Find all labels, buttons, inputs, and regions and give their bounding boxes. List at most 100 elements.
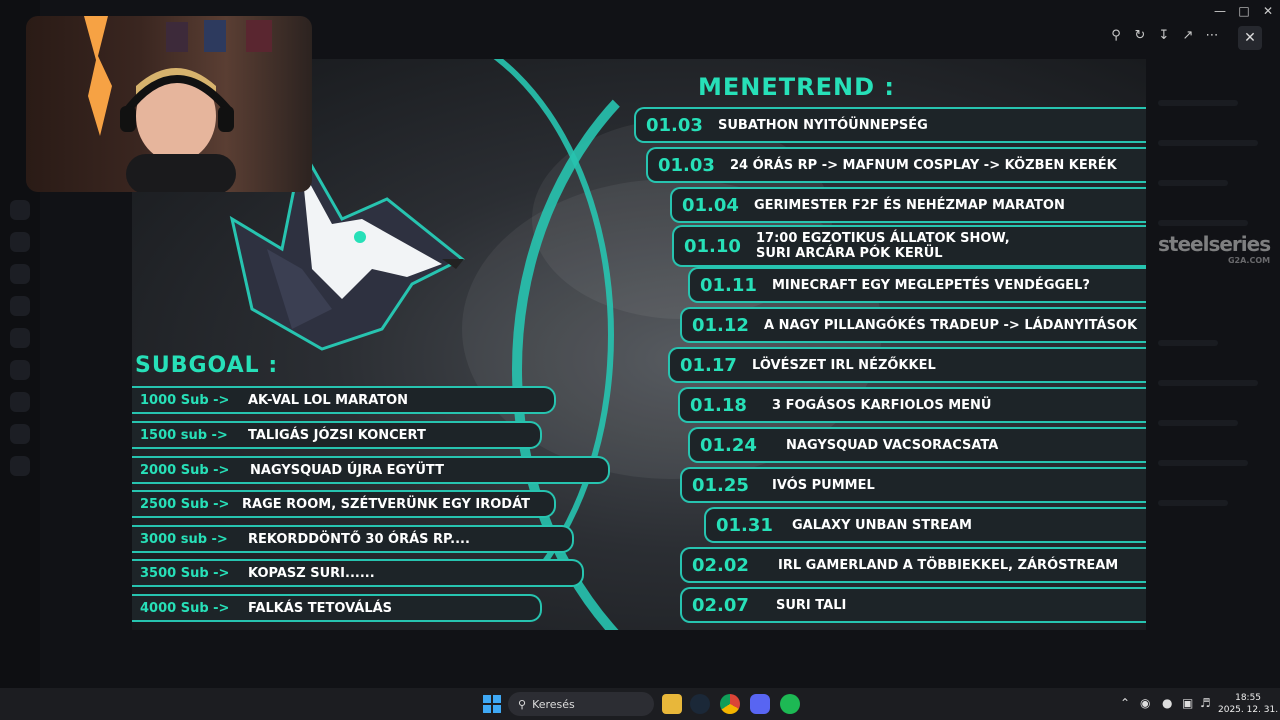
subgoal-reward: TALIGÁS JÓZSI KONCERT [248,427,426,443]
schedule-row: 01.25 IVÓS PUMMEL [680,467,1146,503]
chrome-icon[interactable] [720,694,740,714]
schedule-row: 01.31 GALAXY UNBAN STREAM [704,507,1146,543]
taskbar-search[interactable]: ⚲ Keresés [508,692,654,716]
subgoal-threshold: 1500 sub -> [140,427,228,443]
subgoal-row: 3500 Sub -> KOPASZ SURI...... [132,559,584,587]
schedule-event: GERIMESTER F2F ÉS NEHÉZMAP MARATON [754,197,1065,213]
schedule-event: LÖVÉSZET IRL NÉZŐKKEL [752,357,936,373]
volume-icon[interactable]: ♬ [1200,696,1211,710]
window-close-button[interactable]: ✕ [1256,0,1280,22]
image-viewer-toolbar: ⚲ ↻ ↧ ↗ ⋯ [1106,26,1222,50]
schedule-date: 01.12 [692,314,749,336]
subgoal-reward: FALKÁS TETOVÁLÁS [248,600,393,616]
download-icon[interactable]: ↧ [1154,26,1174,46]
clock-time: 18:55 [1235,693,1262,703]
subgoal-reward: REKORDDÖNTŐ 30 ÓRÁS RP.... [248,531,470,547]
sidebar-icon [10,328,30,348]
schedule-date: 01.31 [716,514,773,536]
taskbar: ⚲ Keresés ⌃ ◉ ● ▣ ♬ 18:55 2025. 12. 31. [0,688,1280,720]
subgoal-reward: NAGYSQUAD ÚJRA EGYÜTT [250,462,444,478]
windows-start-icon[interactable] [482,694,502,714]
schedule-row: 01.10 17:00 EGZOTIKUS ÁLLATOK SHOW, SURI… [672,225,1146,267]
tray-discord-icon[interactable]: ● [1162,696,1172,710]
webcam-overlay [26,16,312,192]
watermark-sub: G2A.COM [1227,256,1271,265]
schedule-event: 17:00 EGZOTIKUS ÁLLATOK SHOW, SURI ARCÁR… [756,231,1010,261]
schedule-date: 01.04 [682,194,739,216]
schedule-row: 01.17 LÖVÉSZET IRL NÉZŐKKEL [668,347,1146,383]
subgoal-threshold: 4000 Sub -> [140,600,230,616]
sidebar-icon [10,360,30,380]
schedule-event: IRL GAMERLAND A TÖBBIEKKEL, ZÁRÓSTREAM [778,557,1119,573]
schedule-date: 02.07 [692,594,749,616]
schedule-date: 01.11 [700,274,757,296]
schedule-date: 01.03 [646,114,703,136]
schedule-date: 01.24 [700,434,757,456]
subgoal-threshold: 1000 Sub -> [140,392,230,408]
subgoal-reward: KOPASZ SURI...... [248,565,375,581]
zoom-in-icon[interactable]: ⚲ [1106,26,1126,46]
schedule-row: 01.18 3 FOGÁSOS KARFIOLOS MENÜ [678,387,1146,423]
rotate-icon[interactable]: ↻ [1130,26,1150,46]
schedule-row: 02.07 SURI TALI [680,587,1146,623]
close-icon[interactable]: ✕ [1238,26,1262,50]
watermark-brand: steelseries [1158,232,1271,256]
sidebar-icon [10,264,30,284]
sidebar-icon [10,392,30,412]
more-icon[interactable]: ⋯ [1202,26,1222,46]
network-icon[interactable]: ▣ [1182,696,1193,710]
taskbar-clock[interactable]: 18:55 2025. 12. 31. [1218,692,1278,716]
steam-icon[interactable] [690,694,710,714]
schedule-event: SURI TALI [776,597,847,613]
sponsor-watermark: steelseries G2A.COM [1158,232,1271,265]
sidebar-icon [10,200,30,220]
subgoal-reward: AK-VAL LOL MARATON [248,392,409,408]
schedule-event: IVÓS PUMMEL [772,477,875,493]
spotify-icon[interactable] [780,694,800,714]
subgoal-threshold: 2000 Sub -> [140,462,230,478]
discord-icon[interactable] [750,694,770,714]
background-member-list [1150,60,1280,660]
subgoal-row: 2500 Sub -> RAGE ROOM, SZÉTVERÜNK EGY IR… [132,490,556,518]
sidebar-icon [10,424,30,444]
schedule-row: 02.02 IRL GAMERLAND A TÖBBIEKKEL, ZÁRÓST… [680,547,1146,583]
sidebar-icon [10,456,30,476]
sidebar-icon [10,296,30,316]
subgoal-threshold: 2500 Sub -> [140,496,230,512]
schedule-event: SUBATHON NYITÓÜNNEPSÉG [718,117,928,133]
subgoal-row: 1500 sub -> TALIGÁS JÓZSI KONCERT [132,421,542,449]
chevron-up-icon[interactable]: ⌃ [1120,696,1130,710]
file-explorer-icon[interactable] [662,694,682,714]
schedule-date: 01.17 [680,354,737,376]
schedule-row: 01.03 24 ÓRÁS RP -> MAFNUM COSPLAY -> KÖ… [646,147,1146,183]
subgoal-row: 2000 Sub -> NAGYSQUAD ÚJRA EGYÜTT [132,456,610,484]
schedule-row: 01.12 A NAGY PILLANGÓKÉS TRADEUP -> LÁDA… [680,307,1146,343]
schedule-event: NAGYSQUAD VACSORACSATA [786,437,999,453]
schedule-date: 01.18 [690,394,747,416]
clock-date: 2025. 12. 31. [1218,705,1279,715]
subgoal-row: 4000 Sub -> FALKÁS TETOVÁLÁS [132,594,542,622]
schedule-event: A NAGY PILLANGÓKÉS TRADEUP -> LÁDANYITÁS… [764,317,1138,333]
schedule-event: 3 FOGÁSOS KARFIOLOS MENÜ [772,397,992,413]
schedule-date: 01.03 [658,154,715,176]
sidebar-icon [10,232,30,252]
schedule-row: 01.24 NAGYSQUAD VACSORACSATA [688,427,1146,463]
open-external-icon[interactable]: ↗ [1178,26,1198,46]
minimize-button[interactable]: — [1208,0,1232,22]
schedule-row: 01.04 GERIMESTER F2F ÉS NEHÉZMAP MARATON [670,187,1146,223]
schedule-event: GALAXY UNBAN STREAM [792,517,972,533]
subgoal-threshold: 3500 Sub -> [140,565,230,581]
subgoal-row: 3000 sub -> REKORDDÖNTŐ 30 ÓRÁS RP.... [132,525,574,553]
schedule-date: 02.02 [692,554,749,576]
search-icon: ⚲ [518,697,527,711]
maximize-button[interactable]: □ [1232,0,1256,22]
schedule-event: 24 ÓRÁS RP -> MAFNUM COSPLAY -> KÖZBEN K… [730,157,1117,173]
tray-app-icon[interactable]: ◉ [1140,696,1150,710]
subgoal-threshold: 3000 sub -> [140,531,228,547]
subgoal-reward: RAGE ROOM, SZÉTVERÜNK EGY IRODÁT [242,496,530,512]
subgoal-row: 1000 Sub -> AK-VAL LOL MARATON [132,386,556,414]
search-label: Keresés [532,697,575,711]
schedule-row: 01.11 MINECRAFT EGY MEGLEPETÉS VENDÉGGEL… [688,267,1146,303]
schedule-date: 01.10 [684,235,741,257]
schedule-date: 01.25 [692,474,749,496]
